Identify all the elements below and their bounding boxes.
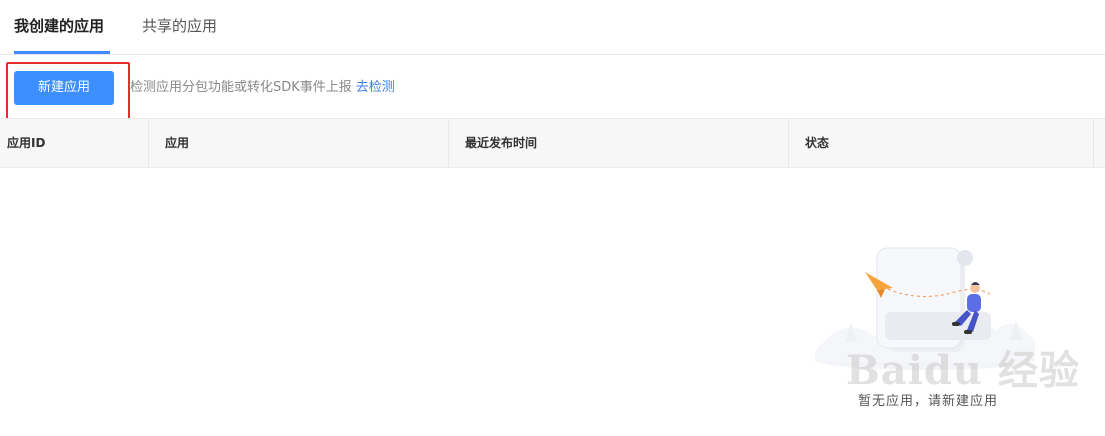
empty-state-message: 暂无应用，请新建应用 bbox=[858, 394, 999, 409]
go-detect-link[interactable]: 去检测 bbox=[356, 80, 395, 95]
table-header: 应用ID 应用 最近发布时间 状态 bbox=[0, 118, 1105, 168]
column-divider bbox=[1093, 119, 1094, 167]
column-header-status[interactable]: 状态 bbox=[805, 119, 829, 167]
column-divider bbox=[148, 119, 149, 167]
tab-shared-apps[interactable]: 共享的应用 bbox=[142, 15, 217, 37]
column-header-last-release-time[interactable]: 最近发布时间 bbox=[465, 119, 537, 167]
detection-hint: 检测应用分包功能或转化SDK事件上报 去检测 bbox=[130, 79, 395, 97]
tab-bar: 我创建的应用 共享的应用 bbox=[0, 0, 1105, 55]
column-divider bbox=[448, 119, 449, 167]
column-header-app[interactable]: 应用 bbox=[165, 119, 189, 167]
baidu-watermark: Baidu 经验 bbox=[846, 347, 1080, 394]
tab-my-created-apps[interactable]: 我创建的应用 bbox=[14, 15, 104, 37]
detection-hint-text: 检测应用分包功能或转化SDK事件上报 bbox=[130, 80, 352, 95]
column-header-app-id[interactable]: 应用ID bbox=[7, 119, 45, 167]
create-app-button[interactable]: 新建应用 bbox=[14, 71, 114, 105]
column-divider bbox=[788, 119, 789, 167]
active-tab-indicator bbox=[14, 51, 110, 54]
